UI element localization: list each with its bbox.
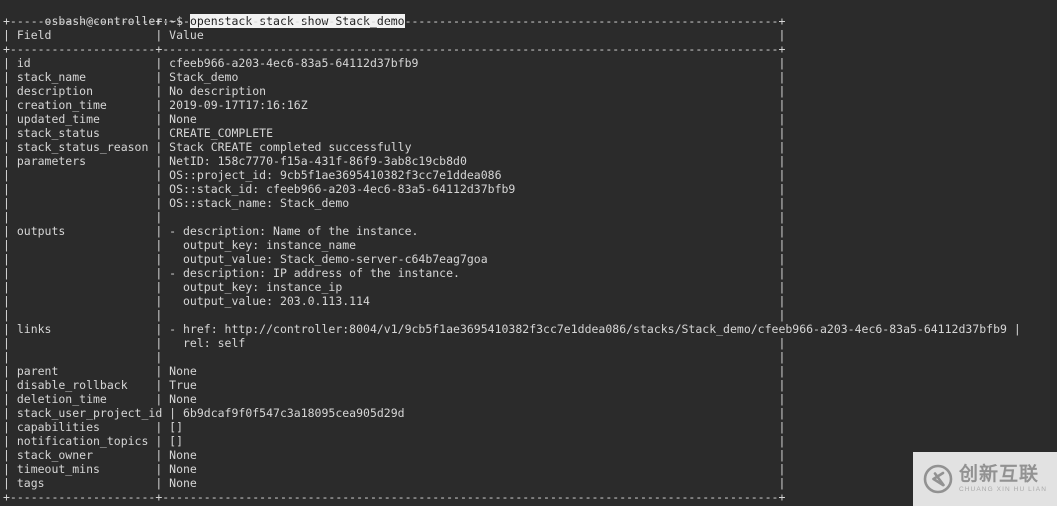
terminal-line: | outputs | - description: Name of the i… <box>3 224 786 238</box>
watermark-text-block: 创新互联 CHUANG XIN HU LIAN <box>958 462 1048 494</box>
terminal-line: | | rel: self | <box>3 336 786 350</box>
terminal-line: +---------------------+-----------------… <box>3 14 786 28</box>
terminal-line: | notification_topics | [] | <box>3 434 786 448</box>
terminal-line: | Field | Value | <box>3 28 786 42</box>
terminal-line: | creation_time | 2019-09-17T17:16:16Z | <box>3 98 786 112</box>
next-shell-prompt-line: osbash@controller:~$ <box>0 496 180 506</box>
terminal-line: | disable_rollback | True | <box>3 378 786 392</box>
terminal-line: | links | - href: http://controller:8004… <box>3 322 1021 336</box>
watermark-overlay: 创新互联 CHUANG XIN HU LIAN <box>913 452 1057 506</box>
terminal-line: | stack_name | Stack_demo | <box>3 70 786 84</box>
terminal-line: | | OS::project_id: 9cb5f1ae3695410382f3… <box>3 168 786 182</box>
terminal-line: | stack_status | CREATE_COMPLETE | <box>3 126 786 140</box>
command-prompt-line: osbash@controller:~$ openstack stack sho… <box>3 0 405 28</box>
terminal-line: | stack_status_reason | Stack CREATE com… <box>3 140 786 154</box>
terminal-line: | parent | None | <box>3 364 786 378</box>
terminal-line: | | | <box>3 308 786 322</box>
terminal-line: | timeout_mins | None | <box>3 462 786 476</box>
terminal-line: | | OS::stack_name: Stack_demo | <box>3 196 786 210</box>
terminal-line: | | output_key: instance_ip | <box>3 280 786 294</box>
watermark-logo-icon <box>923 464 953 494</box>
terminal-line: | | | <box>3 350 786 364</box>
terminal-line: | deletion_time | None | <box>3 392 786 406</box>
terminal-line: | updated_time | None | <box>3 112 786 126</box>
terminal-line: | stack_user_project_id | 6b9dcaf9f0f547… <box>3 406 786 420</box>
terminal-line: | id | cfeeb966-a203-4ec6-83a5-64112d37b… <box>3 56 786 70</box>
terminal-line: | capabilities | [] | <box>3 420 786 434</box>
terminal-line: | parameters | NetID: 158c7770-f15a-431f… <box>3 154 786 168</box>
terminal-line: | stack_owner | None | <box>3 448 786 462</box>
terminal-line: | | OS::stack_id: cfeeb966-a203-4ec6-83a… <box>3 182 786 196</box>
watermark-chinese-text: 创新互联 <box>958 462 1039 485</box>
terminal-line: | | output_key: instance_name | <box>3 238 786 252</box>
terminal-line: +---------------------+-----------------… <box>3 42 786 56</box>
terminal-line: | | - description: IP address of the ins… <box>3 266 786 280</box>
terminal-line: | | output_value: Stack_demo-server-c64b… <box>3 252 786 266</box>
watermark-pinyin-text: CHUANG XIN HU LIAN <box>958 485 1048 493</box>
terminal-line: | | output_value: 203.0.113.114 | <box>3 294 786 308</box>
terminal-window[interactable]: osbash@controller:~$ openstack stack sho… <box>0 0 1057 506</box>
terminal-line: | description | No description | <box>3 84 786 98</box>
terminal-line: | | | <box>3 210 786 224</box>
openstack-stack-show-table: +---------------------+-----------------… <box>3 14 1021 504</box>
terminal-line: | tags | None | <box>3 476 786 490</box>
